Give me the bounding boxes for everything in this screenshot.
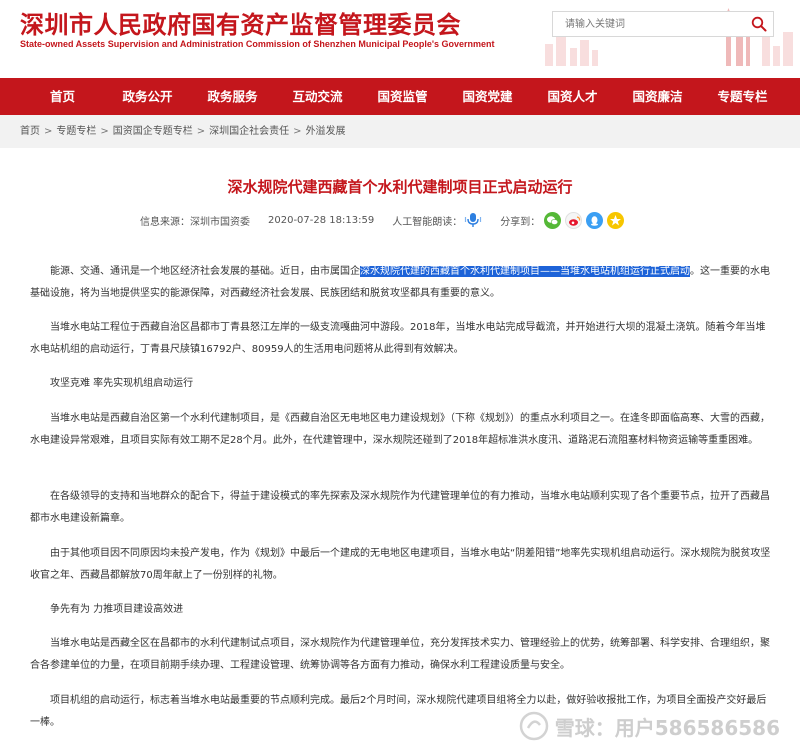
qzone-icon[interactable] — [607, 211, 625, 229]
qq-icon[interactable] — [586, 211, 604, 229]
reader-label: 人工智能朗读： — [392, 216, 463, 228]
paragraph-location: 当堆水电站工程位于西藏自治区昌都市丁青县怒江左岸的一级支流嘎曲河中游段。2018… — [30, 322, 766, 355]
paragraph-intro-lead: 能源、交通、通讯是一个地区经济社会发展的基础。近日，由市属国企 — [50, 266, 360, 277]
breadcrumb-separator: > — [44, 126, 53, 137]
nav-item-party-building[interactable]: 国资党建 — [445, 78, 530, 115]
main-nav: 首页 政务公开 政务服务 互动交流 国资监管 国资党建 国资人才 国资廉洁 专题… — [0, 78, 800, 115]
paragraph-pilot-project: 当堆水电站是西藏全区在昌都市的水利代建制试点项目，深水规院作为代建管理单位，充分… — [30, 638, 770, 671]
search-icon[interactable] — [751, 16, 767, 32]
nav-item-special-topics[interactable]: 专题专栏 — [700, 78, 785, 115]
paragraph-support: 在各级领导的支持和当地群众的配合下，得益于建设模式的率先探索及深水规院作为代建管… — [30, 491, 770, 524]
watermark-text: 雪球：用户586586586 — [554, 715, 780, 740]
publish-date: 2020-07-28 18:13:59 — [268, 214, 375, 226]
section-heading-1: 攻坚克难 率先实现机组启动运行 — [50, 378, 194, 389]
breadcrumb-special-topics[interactable]: 专题专栏 — [56, 126, 96, 137]
nav-item-home[interactable]: 首页 — [20, 78, 105, 115]
breadcrumb-social-responsibility[interactable]: 深圳国企社会责任 — [209, 126, 289, 137]
search-box — [552, 11, 774, 37]
snowball-icon — [519, 711, 548, 741]
breadcrumb-separator: > — [100, 126, 109, 137]
breadcrumb-current[interactable]: 外溢发展 — [306, 126, 346, 137]
paragraph-first-launch: 由于其他项目因不同原因均未投产发电，作为《规划》中最后一个建成的无电地区电建项目… — [30, 548, 771, 581]
nav-item-interaction[interactable]: 互动交流 — [275, 78, 360, 115]
site-subtitle: State-owned Assets Supervision and Admin… — [20, 39, 495, 49]
article-meta: 信息来源： 深圳市国资委 2020-07-28 18:13:59 人工智能朗读：… — [140, 211, 625, 229]
watermark: 雪球：用户586586586 — [519, 706, 780, 746]
breadcrumb-home[interactable]: 首页 — [20, 126, 40, 137]
wechat-icon[interactable] — [544, 211, 562, 229]
paragraph-intro: 能源、交通、通讯是一个地区经济社会发展的基础。近日，由市属国企深水规院代建的西藏… — [30, 261, 775, 305]
nav-item-government-affairs-disclosure[interactable]: 政务公开 — [105, 78, 190, 115]
nav-item-government-services[interactable]: 政务服务 — [190, 78, 275, 115]
breadcrumb-separator: > — [196, 126, 206, 137]
selected-text[interactable]: 深水规院代建的西藏首个水利代建制项目——当堆水电站机组运行正式启动 — [360, 266, 690, 277]
speaker-icon[interactable] — [464, 211, 482, 229]
source-value: 深圳市国资委 — [190, 216, 250, 228]
site-title[interactable]: 深圳市人民政府国有资产监督管理委员会 — [20, 5, 461, 40]
article-title: 深水规院代建西藏首个水利代建制项目正式启动运行 — [227, 178, 573, 196]
paragraph-difficulties: 当堆水电站是西藏自治区第一个水利代建制项目，是《西藏自治区无电地区电力建设规划》… — [30, 413, 770, 446]
breadcrumb: 首页 > 专题专栏 > 国资国企专题专栏 > 深圳国企社会责任 > 外溢发展 — [0, 115, 800, 148]
nav-item-asset-supervision[interactable]: 国资监管 — [360, 78, 445, 115]
nav-item-talent[interactable]: 国资人才 — [530, 78, 615, 115]
weibo-icon[interactable] — [565, 211, 583, 229]
site-header: 深圳市人民政府国有资产监督管理委员会 State-owned Assets Su… — [0, 0, 800, 78]
breadcrumb-soe-topics[interactable]: 国资国企专题专栏 — [113, 126, 193, 137]
search-input[interactable] — [553, 12, 743, 36]
source-label: 信息来源： — [140, 216, 190, 228]
nav-item-integrity[interactable]: 国资廉洁 — [615, 78, 700, 115]
section-heading-2: 争先有为 力推项目建设高效进 — [50, 604, 184, 615]
share-label: 分享到： — [500, 216, 541, 228]
breadcrumb-separator: > — [293, 126, 302, 137]
